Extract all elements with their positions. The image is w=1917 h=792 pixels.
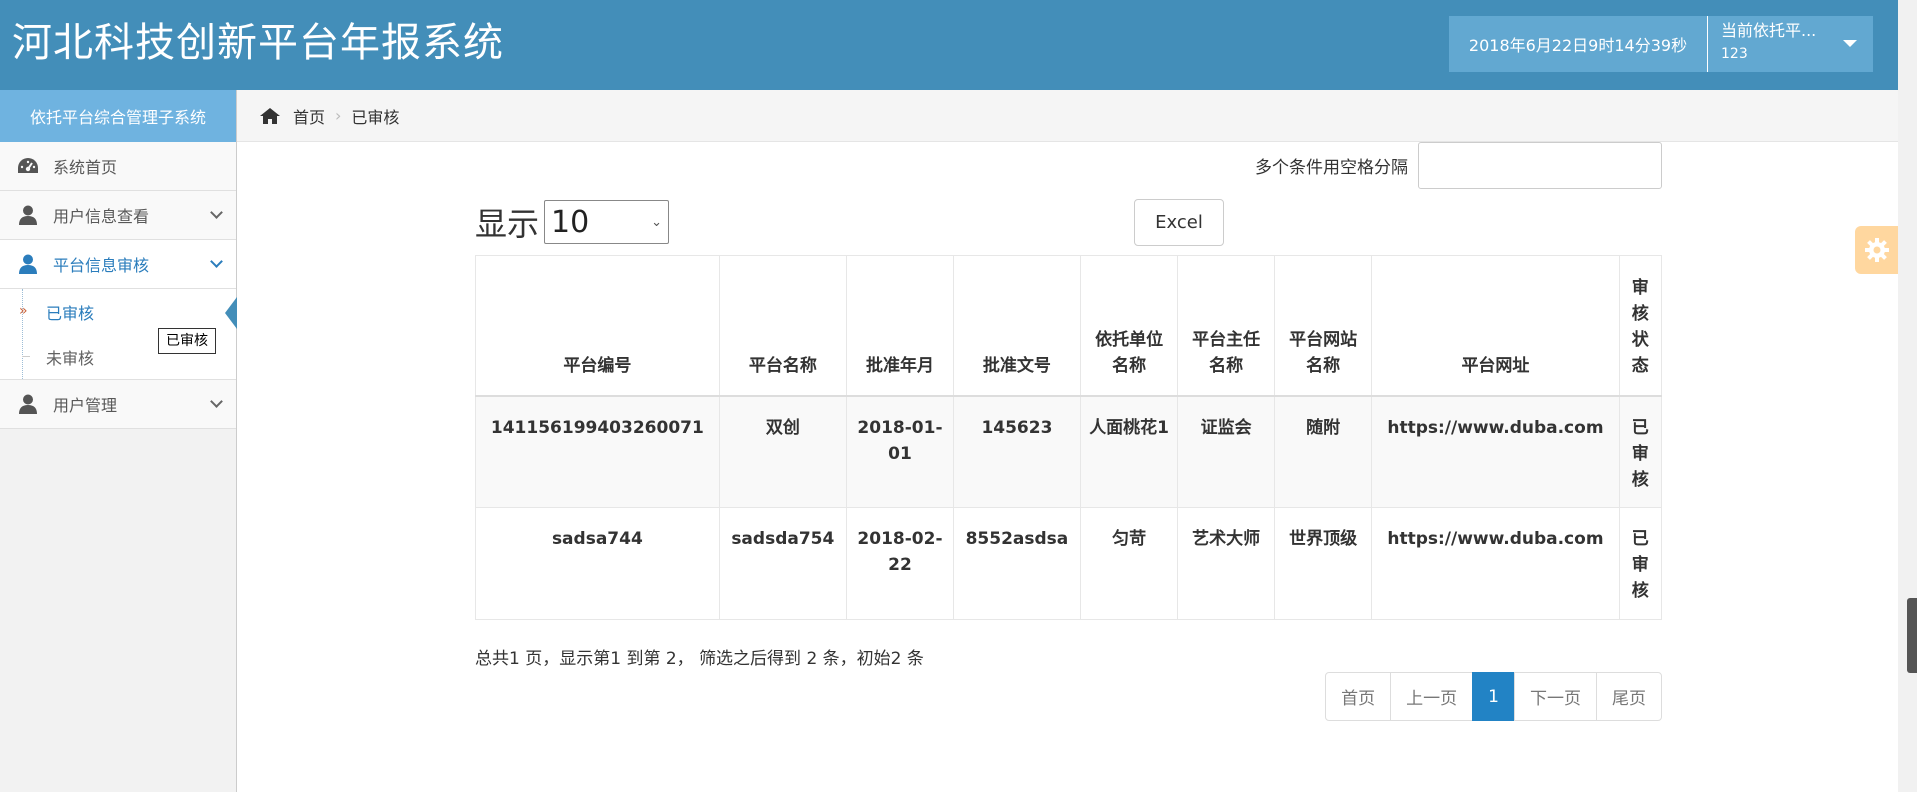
sidebar-item-label: 用户管理 [53,396,118,415]
table-cell: 双创 [718,395,847,508]
sidebar-item-user-management[interactable]: 用户管理 [0,380,236,429]
double-angle-right-icon: » [19,303,28,319]
breadcrumb: 首页 › 已审核 [237,90,1898,142]
page-length-label: 显示 [475,205,540,243]
page-scrollbar-thumb[interactable] [1907,598,1917,673]
table-cell: 已审核 [1618,507,1663,620]
gear-icon [1864,237,1890,263]
chevron-down-icon: ⌄ [651,214,663,230]
sidebar-item-label: 系统首页 [53,158,118,177]
table-cell: 匀苛 [1079,507,1179,620]
page-length-control: 显示 10 ⌄ [475,199,670,245]
first-page-button[interactable]: 首页 [1325,672,1392,721]
sidebar-item-label: 平台信息审核 [53,256,150,275]
table-cell: 8552asdsa [953,507,1081,620]
table-cell: 世界顶级 [1273,507,1373,620]
column-header[interactable]: 平台名称 [718,255,847,397]
column-header[interactable]: 平台主任名称 [1177,255,1275,397]
chevron-down-icon [210,255,223,268]
submenu-item-reviewed[interactable]: » 已审核 已审核 [0,289,237,354]
subsystem-title: 依托平台综合管理子系统 [0,90,236,142]
top-navbar: 河北科技创新平台年报系统 2018年6月22日9时14分39秒 当前依托平...… [0,0,1898,90]
user-icon [17,254,39,274]
table-cell: 艺术大师 [1177,507,1275,620]
search-input[interactable] [1418,142,1662,189]
platform-review-submenu: » 已审核 已审核 未审核 [0,289,237,380]
page-1-button[interactable]: 1 [1472,672,1515,721]
chevron-down-icon [210,206,223,219]
table-row[interactable]: 141156199403260071 双创 2018-01-01 145623 … [475,395,1663,508]
table-cell: 随附 [1273,395,1373,508]
breadcrumb-home-link[interactable]: 首页 [293,104,325,128]
table-cell: 145623 [953,395,1081,508]
submenu-item-label: 已审核 [46,303,95,323]
chevron-down-icon [210,395,223,408]
excel-export-button[interactable]: Excel [1134,199,1224,246]
home-icon [259,107,281,125]
sidebar-item-user-info[interactable]: 用户信息查看 [0,191,236,240]
last-page-button[interactable]: 尾页 [1596,672,1662,721]
data-table: 平台编号 平台名称 批准年月 批准文号 依托单位名称 平台主任名称 平台网站名称… [475,255,1663,620]
page-scrollbar-track[interactable] [1898,0,1917,792]
table-cell: sadsda754 [718,507,847,620]
table-info: 总共1 页，显示第1 到第 2， 筛选之后得到 2 条，初始2 条 [475,649,924,669]
column-header[interactable]: 平台网址 [1371,255,1620,397]
table-cell: 证监会 [1177,395,1275,508]
column-header[interactable]: 依托单位名称 [1079,255,1179,397]
user-icon [17,394,39,414]
header-info-box: 2018年6月22日9时14分39秒 当前依托平... 123 [1449,16,1873,72]
table-cell: https://www.duba.com [1371,507,1620,620]
breadcrumb-separator-icon: › [335,106,342,125]
table-cell: 人面桃花1 [1079,395,1179,508]
table-row[interactable]: sadsa744 sadsda754 2018-02-22 8552asdsa … [475,507,1663,620]
table-cell: https://www.duba.com [1371,395,1620,508]
user-icon [17,205,39,225]
settings-toggle[interactable] [1855,226,1898,274]
sidebar: 依托平台综合管理子系统 系统首页 用户信息查看 平台信息审核 » 已审核 已审核… [0,90,237,792]
table-cell: 141156199403260071 [475,395,720,508]
breadcrumb-current: 已审核 [351,107,400,127]
table-cell: 2018-01-01 [845,395,955,508]
submenu-item-label: 未审核 [46,348,95,368]
column-header[interactable]: 批准年月 [845,255,955,397]
column-header[interactable]: 批准文号 [953,255,1081,397]
sidebar-item-home[interactable]: 系统首页 [0,142,236,191]
app-title: 河北科技创新平台年报系统 [12,20,504,66]
table-cell: sadsa744 [475,507,720,620]
column-header[interactable]: 平台编号 [475,255,720,397]
sidebar-item-label: 用户信息查看 [53,207,150,226]
next-page-button[interactable]: 下一页 [1514,672,1597,721]
table-filter: 多个条件用空格分隔 [1255,142,1662,189]
filter-label: 多个条件用空格分隔 [1255,158,1408,178]
table-cell: 已审核 [1618,395,1663,508]
user-platform-name: 当前依托平... [1721,21,1817,40]
page-length-select[interactable]: 10 ⌄ [544,200,670,244]
user-menu-toggle[interactable]: 当前依托平... 123 [1708,16,1873,72]
dashboard-icon [17,157,39,175]
prev-page-button[interactable]: 上一页 [1390,672,1474,721]
caret-down-icon [1843,40,1857,47]
column-header[interactable]: 审核状态 [1618,255,1663,397]
sidebar-item-platform-review[interactable]: 平台信息审核 [0,240,236,289]
submenu-item-unreviewed[interactable]: 未审核 [0,334,236,379]
column-header[interactable]: 平台网站名称 [1273,255,1373,397]
tree-dash [22,356,30,357]
pagination: 首页 上一页 1 下一页 尾页 [1325,672,1662,721]
table-header-row: 平台编号 平台名称 批准年月 批准文号 依托单位名称 平台主任名称 平台网站名称… [475,255,1663,397]
table-cell: 2018-02-22 [845,507,955,620]
current-datetime: 2018年6月22日9时14分39秒 [1449,16,1708,72]
active-indicator-arrow [225,297,237,329]
page-length-value: 10 [551,204,590,240]
